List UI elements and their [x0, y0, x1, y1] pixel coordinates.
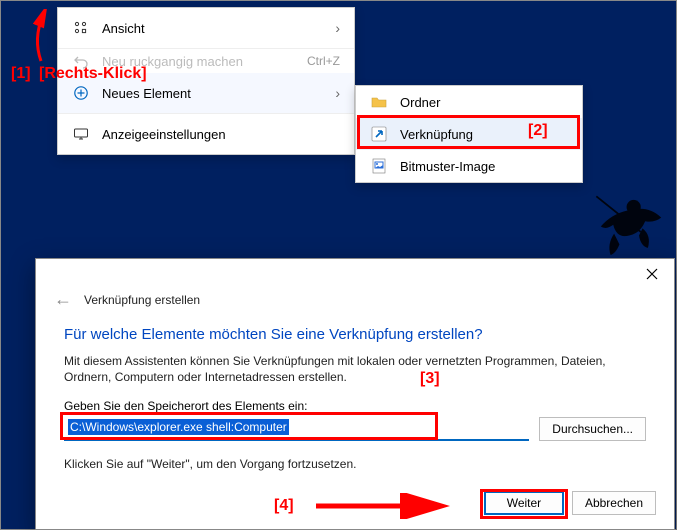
- dialog-titlebar: [36, 259, 674, 289]
- submenu-item-label: Verknüpfung: [400, 127, 568, 142]
- browse-button[interactable]: Durchsuchen...: [539, 417, 646, 441]
- menu-item-label: Ansicht: [102, 21, 323, 36]
- undo-icon: [72, 53, 90, 69]
- submenu-item-label: Bitmuster-Image: [400, 159, 568, 174]
- menu-item-label: Neu ruckgangig machen: [102, 54, 295, 69]
- location-input-wrap: C:\Windows\explorer.exe shell:Computer: [64, 417, 529, 441]
- close-button[interactable]: [630, 259, 674, 289]
- submenu-item-label: Ordner: [400, 95, 568, 110]
- dialog-description: Mit diesem Assistenten können Sie Verknü…: [64, 353, 646, 385]
- create-shortcut-dialog: ← Verknüpfung erstellen Für welche Eleme…: [35, 258, 675, 530]
- submenu-item-bitmuster[interactable]: Bitmuster-Image: [356, 150, 582, 182]
- cancel-button[interactable]: Abbrechen: [572, 491, 656, 515]
- dialog-hint: Klicken Sie auf "Weiter", um den Vorgang…: [64, 457, 646, 471]
- menu-item-neues-element[interactable]: Neues Element ›: [58, 73, 354, 113]
- back-arrow-icon[interactable]: ←: [54, 289, 72, 310]
- submenu-item-verknuepfung[interactable]: Verknüpfung: [356, 118, 582, 150]
- menu-item-ansicht[interactable]: Ansicht ›: [58, 8, 354, 48]
- menu-item-anzeigeeinstellungen[interactable]: Anzeigeeinstellungen: [58, 114, 354, 154]
- dialog-footer: Weiter Abbrechen: [484, 491, 656, 515]
- annotation-arrow-up: [21, 9, 61, 65]
- shortcut-icon: [370, 126, 388, 142]
- image-file-icon: [370, 158, 388, 174]
- next-button[interactable]: Weiter: [484, 491, 564, 515]
- context-submenu-neu: Ordner Verknüpfung Bitmuster-Image: [355, 85, 583, 183]
- dialog-title: Verknüpfung erstellen: [84, 293, 200, 307]
- location-input-selection: C:\Windows\explorer.exe shell:Computer: [68, 419, 289, 435]
- submenu-item-ordner[interactable]: Ordner: [356, 86, 582, 118]
- context-menu-desktop: Ansicht › Neu ruckgangig machen Ctrl+Z N…: [57, 7, 355, 155]
- plus-circle-icon: [72, 85, 90, 101]
- close-icon: [646, 268, 658, 280]
- grid-icon: [72, 20, 90, 36]
- annotation-arrow-next: [312, 493, 452, 519]
- menu-shortcut: Ctrl+Z: [307, 54, 340, 68]
- chevron-right-icon: ›: [335, 85, 340, 101]
- folder-icon: [370, 94, 388, 110]
- menu-item-undo[interactable]: Neu ruckgangig machen Ctrl+Z: [58, 49, 354, 73]
- annotation-label-1: [1]: [11, 65, 31, 83]
- menu-item-label: Neues Element: [102, 86, 323, 101]
- annotation-label-4: [4]: [274, 497, 294, 515]
- display-icon: [72, 126, 90, 142]
- dialog-heading: Für welche Elemente möchten Sie eine Ver…: [64, 326, 646, 343]
- location-label: Geben Sie den Speicherort des Elements e…: [64, 399, 646, 413]
- chevron-right-icon: ›: [335, 20, 340, 36]
- menu-item-label: Anzeigeeinstellungen: [102, 127, 340, 142]
